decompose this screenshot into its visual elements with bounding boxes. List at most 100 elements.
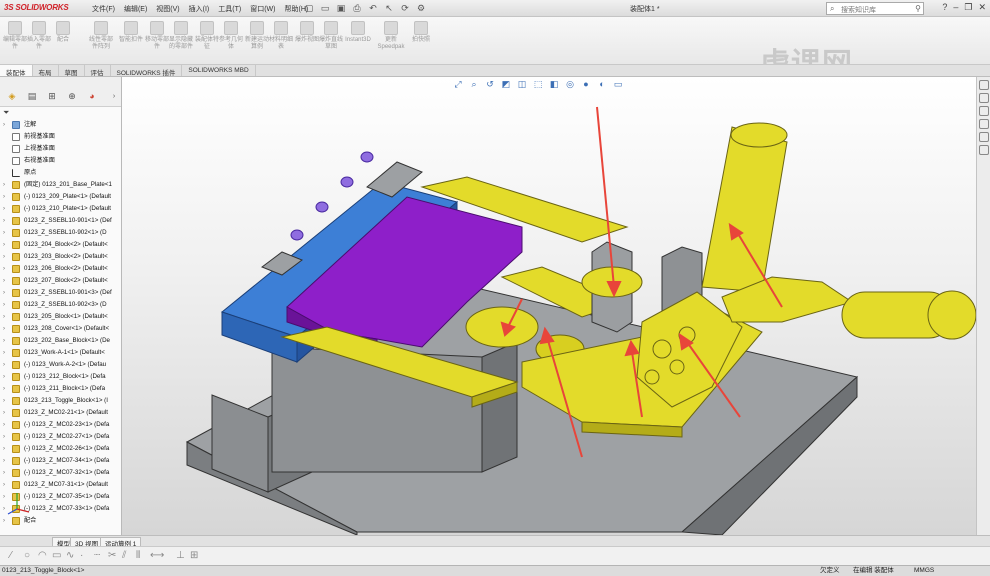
offset-tool-icon[interactable]: ⫽ [122,550,126,561]
menu-insert[interactable]: 插入(I) [189,4,210,14]
tree-item[interactable]: › 注解 [0,119,121,131]
edit-component-button[interactable]: 编辑零部件 [2,21,28,51]
tree-item[interactable]: › 0123_Work-A-1<1> (Default< [0,347,121,359]
line-tool-icon[interactable]: ⁄ [10,550,12,561]
file-explorer-icon[interactable] [979,106,989,116]
circle-tool-icon[interactable]: ○ [24,550,30,561]
tree-item[interactable]: › (-) 0123_209_Plate<1> (Default [0,191,121,203]
tree-item[interactable]: › (-) 0123_Z_MC07-34<1> (Defa [0,455,121,467]
expand-arrow-icon[interactable]: › [3,467,5,479]
exploded-view-button[interactable]: 爆炸视图 [294,21,320,44]
restore-icon[interactable]: ❐ [964,2,972,13]
tree-item[interactable]: › (-) 0123_212_Block<1> (Defa [0,371,121,383]
insert-component-button[interactable]: 插入零部件 [26,21,52,51]
menu-tools[interactable]: 工具(T) [218,4,241,14]
expand-arrow-icon[interactable]: › [3,383,5,395]
undo-icon[interactable]: ↶ [367,2,379,14]
tab-layout[interactable]: 布局 [33,65,59,77]
graphics-area[interactable]: ⤢ ⌕ ↺ ◩ ◫ ⬚ ◧ ◎ ● ◐ ▭ [122,77,976,535]
expand-arrow-icon[interactable]: › [3,419,5,431]
tree-item[interactable]: › 0123_202_Base_Block<1> (De [0,335,121,347]
tree-item[interactable]: › 0123_213_Toggle_Block<1> (I [0,395,121,407]
appearances-icon[interactable] [979,132,989,142]
menu-view[interactable]: 视图(V) [156,4,179,14]
expand-arrow-icon[interactable]: › [3,239,5,251]
tree-item[interactable]: › 0123_203_Block<2> (Default< [0,251,121,263]
save-icon[interactable]: ▣ [335,2,347,14]
expand-arrow-icon[interactable]: › [3,251,5,263]
menu-file[interactable]: 文件(F) [92,4,115,14]
view-palette-icon[interactable] [979,119,989,129]
hide-show-items-icon[interactable]: ◎ [564,79,576,90]
open-file-icon[interactable]: ▭ [319,2,331,14]
tab-sketch[interactable]: 草图 [59,65,85,77]
section-view-icon[interactable]: ◩ [500,79,512,90]
expand-arrow-icon[interactable]: › [3,347,5,359]
tree-item[interactable]: 原点 [0,167,121,179]
display-manager-icon[interactable]: ◕ [82,89,102,104]
tree-item[interactable]: › 0123_Z_SSEBL10-901<1> (Def [0,215,121,227]
tree-item[interactable]: 右视基准面 [0,155,121,167]
menu-edit[interactable]: 编辑(E) [124,4,147,14]
take-snapshot-button[interactable]: 拍快照 [408,21,434,44]
expand-arrow-icon[interactable]: › [3,299,5,311]
print-icon[interactable]: ⎙ [351,2,363,14]
arc-tool-icon[interactable]: ◠ [38,550,47,561]
mirror-tool-icon[interactable]: ⫴ [136,550,140,561]
tree-item[interactable]: › 0123_208_Cover<1> (Default< [0,323,121,335]
move-component-button[interactable]: 移动零部件 [144,21,170,51]
tree-item[interactable]: › (-) 0123_Z_MC07-32<1> (Defa [0,467,121,479]
expand-arrow-icon[interactable]: › [3,263,5,275]
tree-item[interactable]: › 0123_205_Block<1> (Default< [0,311,121,323]
dimension-tool-icon[interactable]: ⟷ [150,550,164,561]
tree-item[interactable]: › (固定) 0123_201_Base_Plate<1 [0,179,121,191]
expand-arrow-icon[interactable]: › [3,191,5,203]
view-orientation-icon[interactable]: ⬚ [532,79,544,90]
mate-button[interactable]: 配合 [50,21,76,44]
help-icon[interactable]: ? [942,2,947,13]
tree-item[interactable]: 上视基准面 [0,143,121,155]
rebuild-icon[interactable]: ⟳ [399,2,411,14]
expand-arrow-icon[interactable]: › [3,275,5,287]
previous-view-icon[interactable]: ↺ [484,79,496,90]
expand-arrow-icon[interactable]: › [3,119,5,131]
expand-arrow-icon[interactable]: › [3,215,5,227]
spline-tool-icon[interactable]: ∿ [66,550,74,561]
solidworks-resources-icon[interactable] [979,80,989,90]
linear-pattern-button[interactable]: 线性零部件阵列 [88,21,114,51]
zoom-area-icon[interactable]: ⌕ [468,79,480,90]
tab-mbd[interactable]: SOLIDWORKS MBD [182,65,256,76]
rectangle-tool-icon[interactable]: ▭ [52,550,61,561]
tab-addins[interactable]: SOLIDWORKS 插件 [111,65,183,77]
configuration-manager-icon[interactable]: ⊞ [42,89,62,104]
minimize-icon[interactable]: – [953,2,958,13]
tab-evaluate[interactable]: 评估 [85,65,111,77]
expand-arrow-icon[interactable]: › [3,287,5,299]
expand-arrow-icon[interactable]: › [3,407,5,419]
show-hidden-button[interactable]: 显示隐藏的零部件 [168,21,194,51]
relation-tool-icon[interactable]: ⊥ [176,550,185,561]
solidworks-logo[interactable]: 3S SOLIDWORKS [4,3,69,12]
filter-icon[interactable]: ⏷ [3,108,9,118]
expand-arrow-icon[interactable]: › [3,455,5,467]
expand-arrow-icon[interactable]: › [3,431,5,443]
expand-arrow-icon[interactable]: › [3,395,5,407]
point-tool-icon[interactable]: · [80,550,83,561]
dynamic-annotation-icon[interactable]: ◫ [516,79,528,90]
update-speedpak-button[interactable]: 更新Speedpak [376,21,406,51]
status-units[interactable]: MMGS [914,566,934,576]
display-style-icon[interactable]: ◧ [548,79,560,90]
reference-geometry-button[interactable]: 参考几何体 [218,21,244,51]
custom-properties-icon[interactable] [979,145,989,155]
tree-item[interactable]: › (-) 0123_Z_MC02-23<1> (Defa [0,419,121,431]
expand-arrow-icon[interactable]: › [3,323,5,335]
dimxpert-icon[interactable]: ⊕ [62,89,82,104]
close-icon[interactable]: ✕ [978,2,986,13]
tree-item[interactable]: 前视基准面 [0,131,121,143]
tree-item[interactable]: › 0123_Z_MC02-21<1> (Default [0,407,121,419]
edit-appearance-icon[interactable]: ● [580,79,592,90]
tree-item[interactable]: › (-) 0123_Z_MC02-26<1> (Defa [0,443,121,455]
instant3d-button[interactable]: Instant3D [342,21,374,44]
tab-assembly[interactable]: 装配体 [0,65,33,77]
design-library-icon[interactable] [979,93,989,103]
